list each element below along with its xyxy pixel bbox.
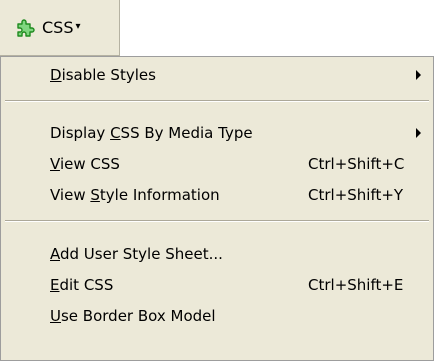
menu-item-shortcut: Ctrl+Shift+C (308, 155, 405, 173)
css-toolbar-label: CSS (42, 18, 74, 37)
menu-item-label: View Style Information (50, 186, 220, 204)
menu-item-label: Display CSS By Media Type (50, 124, 253, 142)
menu-item-label: Edit CSS (50, 276, 114, 294)
css-toolbar-button[interactable]: CSS ▾ (0, 0, 120, 56)
menu-item-shortcut: Ctrl+Shift+Y (308, 186, 404, 204)
menu-item-label: Use Border Box Model (50, 307, 216, 325)
menu-separator (5, 220, 429, 222)
css-dropdown-menu: Disable Styles Display CSS By Media Type… (0, 56, 434, 361)
menu-item-view-style-information[interactable]: View Style Information Ctrl+Shift+Y (1, 180, 433, 210)
menu-item-disable-styles[interactable]: Disable Styles (1, 60, 433, 90)
menu-item-label: Add User Style Sheet... (50, 245, 223, 263)
chevron-down-icon: ▾ (75, 21, 81, 32)
menu-item-shortcut: Ctrl+Shift+E (308, 276, 404, 294)
puzzle-piece-icon (14, 17, 36, 39)
menu-item-add-user-style-sheet[interactable]: Add User Style Sheet... (1, 239, 433, 269)
submenu-arrow-icon (416, 128, 421, 138)
menu-item-edit-css[interactable]: Edit CSS Ctrl+Shift+E (1, 270, 433, 300)
menu-item-label: View CSS (50, 155, 120, 173)
menu-item-display-css-by-media-type[interactable]: Display CSS By Media Type (1, 118, 433, 148)
menu-item-use-border-box-model[interactable]: Use Border Box Model (1, 301, 433, 331)
menu-separator (5, 100, 429, 102)
menu-item-label: Disable Styles (50, 66, 156, 84)
submenu-arrow-icon (416, 70, 421, 80)
menu-item-view-css[interactable]: View CSS Ctrl+Shift+C (1, 149, 433, 179)
